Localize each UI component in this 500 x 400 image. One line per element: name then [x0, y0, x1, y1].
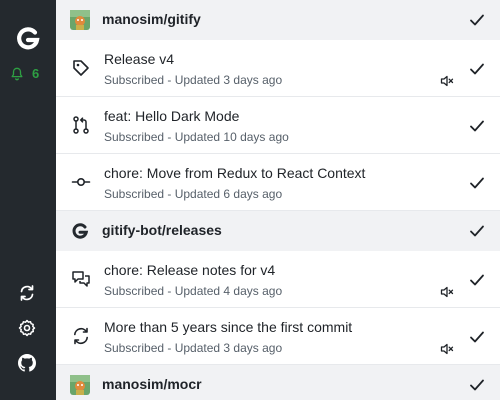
- commit-icon: [71, 172, 91, 192]
- notification-title: feat: Hello Dark Mode: [104, 108, 240, 124]
- check-icon: [470, 331, 484, 343]
- mark-as-read-button[interactable]: [468, 271, 486, 289]
- repo-avatar-image: [70, 10, 90, 30]
- check-icon: [470, 177, 484, 189]
- notification-row[interactable]: chore: Move from Redux to React Context …: [56, 154, 500, 211]
- repo-name[interactable]: manosim/gitify: [102, 11, 201, 27]
- notification-meta: Subscribed - Updated 4 days ago: [104, 284, 283, 298]
- bell-icon: [11, 67, 23, 80]
- notification-row[interactable]: feat: Hello Dark Mode Subscribed - Updat…: [56, 97, 500, 154]
- github-icon: [18, 354, 36, 372]
- repo-name[interactable]: manosim/mocr: [102, 376, 202, 392]
- repo-name[interactable]: gitify-bot/releases: [102, 222, 222, 238]
- mute-icon: [440, 343, 454, 355]
- notification-meta: Subscribed - Updated 6 days ago: [104, 187, 283, 201]
- unsubscribe-button[interactable]: [440, 285, 454, 299]
- tag-icon: [71, 58, 91, 78]
- mark-as-read-button[interactable]: [468, 174, 486, 192]
- notification-meta: Subscribed - Updated 3 days ago: [104, 341, 283, 355]
- mark-repo-read-button[interactable]: [468, 376, 486, 394]
- pull-request-icon: [71, 115, 91, 135]
- mark-as-read-button[interactable]: [468, 328, 486, 346]
- check-icon: [470, 379, 484, 391]
- refresh-button[interactable]: [18, 284, 38, 304]
- notification-meta: Subscribed - Updated 3 days ago: [104, 73, 283, 87]
- repo-header[interactable]: manosim/gitify: [56, 0, 500, 40]
- repo-avatar-image: [70, 375, 90, 395]
- mark-as-read-button[interactable]: [468, 117, 486, 135]
- notification-title: chore: Move from Redux to React Context: [104, 165, 366, 181]
- refresh-icon: [20, 285, 34, 301]
- gitify-logo-icon[interactable]: [14, 24, 42, 52]
- mark-repo-read-button[interactable]: [468, 11, 486, 29]
- mute-icon: [440, 286, 454, 298]
- notification-row[interactable]: chore: Release notes for v4 Subscribed -…: [56, 251, 500, 308]
- repo-header[interactable]: gitify-bot/releases: [56, 211, 500, 251]
- gear-icon: [18, 319, 36, 337]
- notifications-count-button[interactable]: 6: [10, 66, 39, 81]
- sync-icon: [71, 326, 91, 346]
- mark-repo-read-button[interactable]: [468, 222, 486, 240]
- notification-title: Release v4: [104, 51, 175, 67]
- check-icon: [470, 225, 484, 237]
- gitify-logo-icon: [70, 221, 90, 241]
- check-icon: [470, 274, 484, 286]
- unsubscribe-button[interactable]: [440, 342, 454, 356]
- notification-title: chore: Release notes for v4: [104, 262, 276, 278]
- check-icon: [470, 63, 484, 75]
- notifications-list: manosim/gitify Release v4 Subscribed - U…: [56, 0, 500, 400]
- github-button[interactable]: [18, 354, 38, 374]
- check-icon: [470, 14, 484, 26]
- notification-title: More than 5 years since the first commit: [104, 319, 353, 335]
- sidebar: 6: [0, 0, 56, 400]
- settings-button[interactable]: [18, 319, 38, 339]
- mark-as-read-button[interactable]: [468, 60, 486, 78]
- repo-header[interactable]: manosim/mocr: [56, 365, 500, 400]
- unsubscribe-button[interactable]: [440, 74, 454, 88]
- notification-count: 6: [32, 66, 40, 81]
- mute-icon: [440, 75, 454, 87]
- check-icon: [470, 120, 484, 132]
- discussion-icon: [71, 269, 91, 289]
- notification-row[interactable]: More than 5 years since the first commit…: [56, 308, 500, 365]
- notification-meta: Subscribed - Updated 10 days ago: [104, 130, 289, 144]
- notification-row[interactable]: Release v4 Subscribed - Updated 3 days a…: [56, 40, 500, 97]
